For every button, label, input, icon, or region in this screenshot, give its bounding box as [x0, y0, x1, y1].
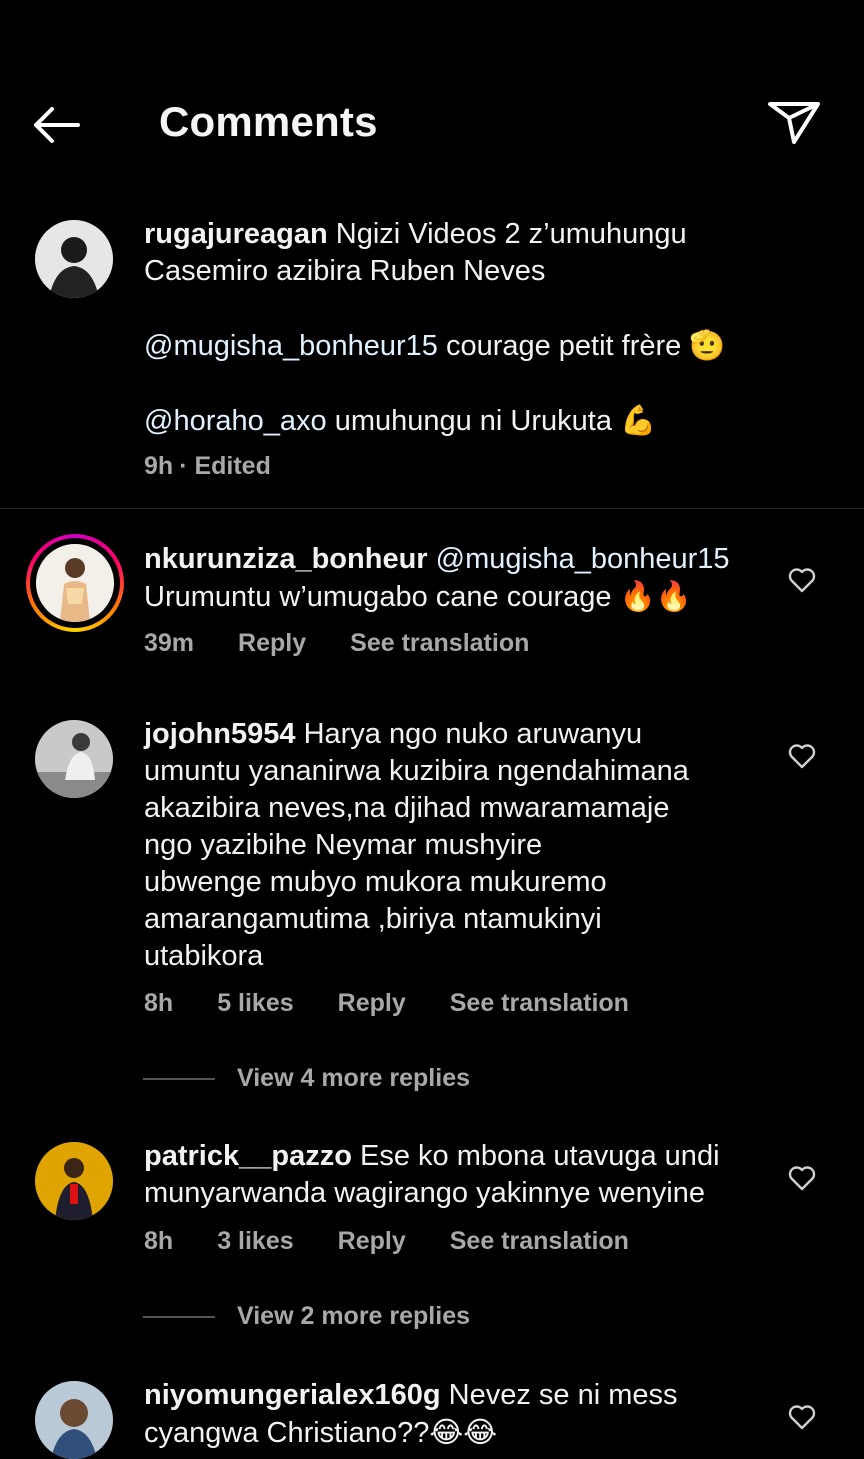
- reply-button[interactable]: Reply: [338, 1227, 406, 1255]
- page-title: Comments: [159, 98, 378, 145]
- comment-text: jojohn5954 Harya ngo nuko aruwanyu umunt…: [144, 716, 689, 975]
- back-button[interactable]: [30, 100, 92, 150]
- comment-meta: 39m Reply See translation: [144, 629, 573, 658]
- comment-meta: 8h 3 likes Reply See translation: [144, 1227, 673, 1256]
- timestamp: 8h: [144, 1227, 174, 1255]
- reply-button[interactable]: Reply: [238, 629, 306, 657]
- avatar[interactable]: [35, 1381, 113, 1459]
- mention-link[interactable]: @mugisha_bonheur15: [436, 543, 730, 575]
- top-bar: Comments: [0, 0, 864, 200]
- story-ring[interactable]: [26, 534, 124, 632]
- likes-count[interactable]: 3 likes: [217, 1227, 293, 1255]
- flexed-biceps-emoji: 💪: [620, 403, 657, 437]
- avatar[interactable]: [35, 1142, 113, 1220]
- comment-line: umuntu yananirwa kuzibira ngendahimana: [144, 755, 689, 787]
- back-arrow-icon: [34, 107, 80, 143]
- caption-line: Ngizi Videos 2 z’umuhungu: [335, 218, 687, 250]
- see-translation-button[interactable]: See translation: [450, 1227, 629, 1255]
- comment-line: Harya ngo nuko aruwanyu: [303, 718, 643, 750]
- see-translation-button[interactable]: See translation: [450, 989, 629, 1017]
- timestamp: 8h: [144, 989, 174, 1017]
- view-more-replies-button[interactable]: View 4 more replies: [143, 1064, 470, 1093]
- profile-photo-icon: [35, 720, 113, 798]
- caption-text: rugajureagan Ngizi Videos 2 z’umuhungu C…: [144, 216, 725, 440]
- fire-emoji: 🔥🔥: [619, 579, 692, 613]
- view-more-label: View 2 more replies: [237, 1302, 470, 1330]
- comment-line: munyarwanda wagirango yakinnye wenyine: [144, 1177, 705, 1209]
- comment-text: patrick__pazzo Ese ko mbona utavuga undi…: [144, 1138, 720, 1212]
- post-caption: rugajureagan Ngizi Videos 2 z’umuhungu C…: [0, 212, 864, 508]
- divider-line: [143, 1316, 215, 1319]
- share-button[interactable]: [766, 98, 822, 148]
- profile-photo-icon: [35, 1142, 113, 1220]
- comment-line: Nevez se ni mess: [448, 1379, 678, 1411]
- profile-photo-icon: [35, 220, 113, 298]
- comment-text: nkurunziza_bonheur @mugisha_bonheur15 Ur…: [144, 541, 730, 616]
- view-more-replies-button[interactable]: View 2 more replies: [143, 1302, 470, 1331]
- comment-username[interactable]: patrick__pazzo: [144, 1140, 352, 1172]
- heart-icon[interactable]: [788, 567, 816, 593]
- see-translation-button[interactable]: See translation: [350, 629, 529, 657]
- comment-username[interactable]: jojohn5954: [144, 718, 296, 750]
- caption-meta: 9h · Edited: [144, 452, 315, 481]
- heart-icon[interactable]: [788, 1165, 816, 1191]
- caption-line: Casemiro azibira Ruben Neves: [144, 255, 546, 287]
- caption-line: courage petit frère: [445, 330, 682, 362]
- comment-line: Urumuntu w’umugabo cane courage: [144, 581, 612, 613]
- likes-count[interactable]: 5 likes: [217, 989, 293, 1017]
- comment-line: cyangwa Christiano??: [144, 1417, 430, 1449]
- timestamp: 39m: [144, 629, 195, 657]
- send-icon: [768, 102, 820, 144]
- divider: [0, 508, 864, 509]
- mention-link[interactable]: @mugisha_bonheur15: [144, 330, 438, 362]
- comment-line: ngo yazibihe Neymar mushyire: [144, 829, 543, 861]
- edited-label: · Edited: [179, 452, 271, 480]
- heart-icon[interactable]: [788, 1404, 816, 1430]
- comment-meta: 8h 5 likes Reply See translation: [144, 989, 673, 1018]
- comment-line: amarangamutima ,biriya ntamukinyi: [144, 903, 602, 935]
- saluting-face-emoji: 🫡: [689, 328, 726, 362]
- mention-link[interactable]: @horaho_axo: [144, 405, 327, 437]
- comment-username[interactable]: niyomungerialex160g: [144, 1379, 441, 1411]
- comment-line: utabikora: [144, 940, 264, 972]
- comment-text: niyomungerialex160g Nevez se ni mess cya…: [144, 1377, 677, 1452]
- divider-line: [143, 1078, 215, 1081]
- comment-line: Ese ko mbona utavuga undi: [359, 1140, 720, 1172]
- avatar[interactable]: [35, 220, 113, 298]
- profile-photo-icon: [35, 1381, 113, 1459]
- timestamp: 9h: [144, 452, 174, 480]
- comment-username[interactable]: nkurunziza_bonheur: [144, 543, 428, 575]
- comment-line: ubwenge mubyo mukora mukuremo: [144, 866, 607, 898]
- reply-button[interactable]: Reply: [338, 989, 406, 1017]
- heart-icon[interactable]: [788, 743, 816, 769]
- view-more-label: View 4 more replies: [237, 1064, 470, 1092]
- avatar[interactable]: [35, 720, 113, 798]
- caption-username[interactable]: rugajureagan: [144, 218, 328, 250]
- avatar: [36, 544, 114, 622]
- comment-line: akazibira neves,na djihad mwaramamaje: [144, 792, 670, 824]
- profile-photo-icon: [36, 544, 114, 622]
- caption-line: umuhungu ni Urukuta: [334, 405, 612, 437]
